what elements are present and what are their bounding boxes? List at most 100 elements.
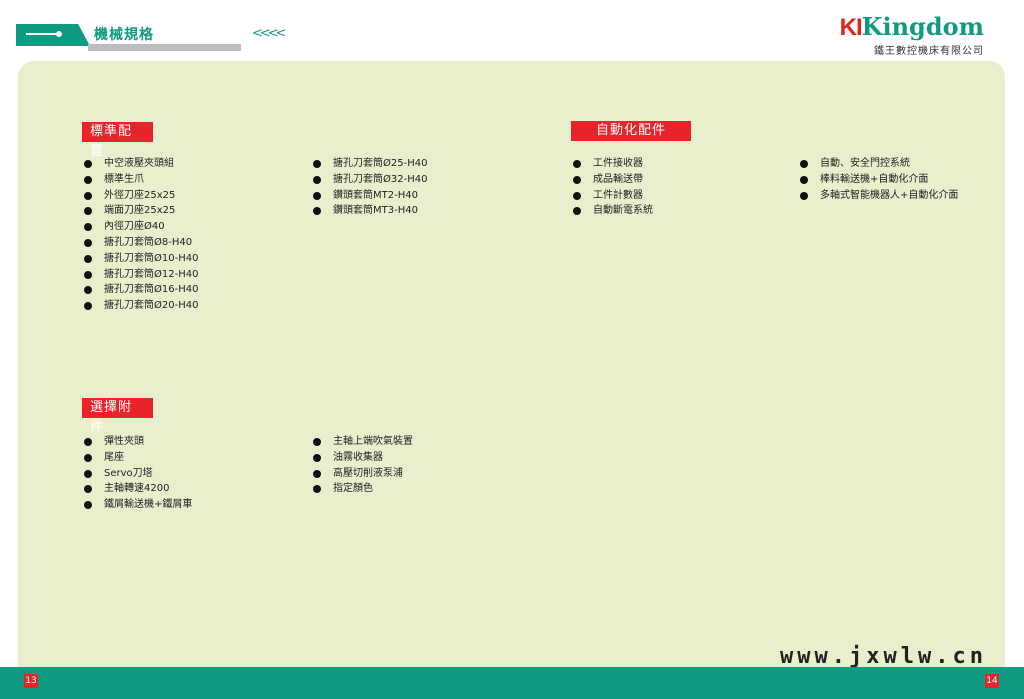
list-item: 鑽頭套筒MT2-H40 [313, 188, 427, 204]
list-item-label: 高壓切削液泵浦 [333, 467, 403, 479]
list-item: 多軸式智能機器人+自動化介面 [800, 188, 958, 204]
logo-kingdom: Kingdom [861, 12, 984, 41]
chevrons-left-icon: <<<< [252, 26, 287, 41]
bullet-icon [800, 191, 808, 200]
list-item: 主軸轉速4200 [84, 481, 192, 497]
automation-list-col1: 工件接收器成品輸送帶工件計數器自動斷電系統 [573, 156, 653, 219]
bullet-icon [84, 302, 92, 311]
list-item-label: 主軸上端吹氣裝置 [333, 436, 413, 447]
list-item-label: 搪孔刀套筒Ø10-H40 [104, 252, 199, 264]
bullet-icon [573, 175, 581, 184]
section-title-standard: 標準配置 [82, 122, 153, 159]
list-item: Servo刀塔 [84, 466, 192, 482]
list-item: 鑽頭套筒MT3-H40 [313, 203, 427, 219]
list-item: 棒料輸送機+自動化介面 [800, 172, 958, 188]
list-item-label: 搪孔刀套筒Ø8-H40 [104, 236, 193, 248]
automation-list-col2: 自動、安全門控系統棒料輸送機+自動化介面多軸式智能機器人+自動化介面 [800, 156, 958, 203]
list-item-label: 指定顏色 [333, 483, 373, 495]
bullet-icon [84, 207, 92, 216]
list-item: 指定顏色 [313, 481, 413, 497]
list-item: 搪孔刀套筒Ø32-H40 [313, 172, 427, 188]
watermark: www.jxwlw.cn [780, 644, 987, 669]
header-tab-bar [16, 24, 90, 46]
bullet-icon [573, 207, 581, 216]
list-item: 內徑刀座Ø40 [84, 219, 198, 235]
list-item: 自動、安全門控系統 [800, 156, 958, 172]
bullet-icon [84, 175, 92, 184]
list-item-label: 中空液壓夾頭組 [104, 158, 174, 169]
list-item-label: 鐵屑輸送機+鐵屑車 [104, 499, 193, 511]
list-item-label: 自動、安全門控系統 [820, 158, 910, 169]
content-panel [18, 61, 1005, 681]
list-item-label: 外徑刀座25x25 [104, 189, 176, 201]
header-line-decoration [26, 33, 58, 35]
list-item: 端面刀座25x25 [84, 203, 198, 219]
header-dot-decoration [56, 31, 62, 37]
bullet-icon [84, 485, 92, 494]
list-item-label: 搪孔刀套筒Ø20-H40 [104, 300, 199, 312]
bullet-icon [313, 191, 321, 200]
bullet-icon [84, 191, 92, 200]
bullet-icon [313, 485, 321, 494]
list-item: 工件計數器 [573, 188, 653, 204]
list-item-label: 油霧收集器 [333, 451, 383, 463]
list-item: 搪孔刀套筒Ø12-H40 [84, 267, 198, 283]
bullet-icon [84, 223, 92, 232]
list-item-label: 搪孔刀套筒Ø12-H40 [104, 268, 199, 280]
list-item: 搪孔刀套筒Ø10-H40 [84, 251, 198, 267]
standard-list-col2: 搪孔刀套筒Ø25-H40 搪孔刀套筒Ø32-H40 鑽頭套筒MT2-H40 鑽頭套筒M… [313, 156, 427, 219]
list-item: 自動斷電系統 [573, 203, 653, 219]
list-item: 搪孔刀套筒Ø16-H40 [84, 282, 198, 298]
list-item-label: 尾座 [104, 451, 124, 463]
list-item-label: 彈性夾頭 [104, 436, 144, 447]
standard-list-col1: 中空液壓夾頭組 標準生爪外徑刀座25x25 端面刀座25x25 內徑刀座Ø40 搪孔刀套… [84, 156, 198, 314]
bullet-icon [84, 501, 92, 510]
bullet-icon [313, 175, 321, 184]
page-title: 機械規格 [94, 27, 154, 43]
bullet-icon [800, 160, 808, 168]
footer-bar [0, 667, 1024, 699]
list-item-label: 成品輸送帶 [593, 173, 643, 185]
optional-list-col1: 彈性夾頭尾座 Servo刀塔主軸轉速4200 鐵屑輸送機+鐵屑車 [84, 434, 192, 513]
list-item-label: 工件接收器 [593, 158, 643, 169]
bullet-icon [800, 175, 808, 184]
bullet-icon [84, 270, 92, 279]
page-number-right: 14 [985, 674, 999, 688]
list-item-label: 工件計數器 [593, 189, 643, 201]
logo-wordmark: KIKingdom [840, 14, 984, 41]
header-gray-bar [88, 44, 241, 51]
list-item: 主軸上端吹氣裝置 [313, 434, 413, 450]
bullet-icon [84, 453, 92, 462]
list-item: 搪孔刀套筒Ø25-H40 [313, 156, 427, 172]
list-item: 彈性夾頭 [84, 434, 192, 450]
list-item: 鐵屑輸送機+鐵屑車 [84, 497, 192, 513]
list-item-label: 自動斷電系統 [593, 205, 653, 217]
list-item-label: 鑽頭套筒MT2-H40 [333, 189, 418, 201]
bullet-icon [84, 254, 92, 263]
list-item-label: 標準生爪 [104, 173, 144, 185]
bullet-icon [313, 438, 321, 446]
list-item: 搪孔刀套筒Ø8-H40 [84, 235, 198, 251]
bullet-icon [84, 160, 92, 168]
list-item-label: 搪孔刀套筒Ø25-H40 [333, 158, 428, 169]
company-logo: KIKingdom 鐵王數控機床有限公司 [840, 14, 984, 58]
bullet-icon [84, 286, 92, 295]
list-item: 成品輸送帶 [573, 172, 653, 188]
list-item-label: 內徑刀座Ø40 [104, 221, 165, 233]
section-title-automation: 自動化配件 [571, 121, 691, 141]
company-name: 鐵王數控機床有限公司 [874, 46, 984, 57]
list-item-label: 端面刀座25x25 [104, 205, 176, 217]
bullet-icon [313, 160, 321, 168]
list-item-label: 棒料輸送機+自動化介面 [820, 173, 929, 185]
list-item-label: Servo刀塔 [104, 467, 153, 479]
bullet-icon [84, 438, 92, 446]
list-item-label: 鑽頭套筒MT3-H40 [333, 205, 418, 217]
bullet-icon [313, 453, 321, 462]
list-item: 中空液壓夾頭組 [84, 156, 198, 172]
list-item-label: 多軸式智能機器人+自動化介面 [820, 189, 959, 201]
list-item-label: 搪孔刀套筒Ø32-H40 [333, 173, 428, 185]
bullet-icon [84, 238, 92, 247]
list-item: 外徑刀座25x25 [84, 188, 198, 204]
list-item-label: 搪孔刀套筒Ø16-H40 [104, 284, 199, 296]
bullet-icon [84, 469, 92, 478]
